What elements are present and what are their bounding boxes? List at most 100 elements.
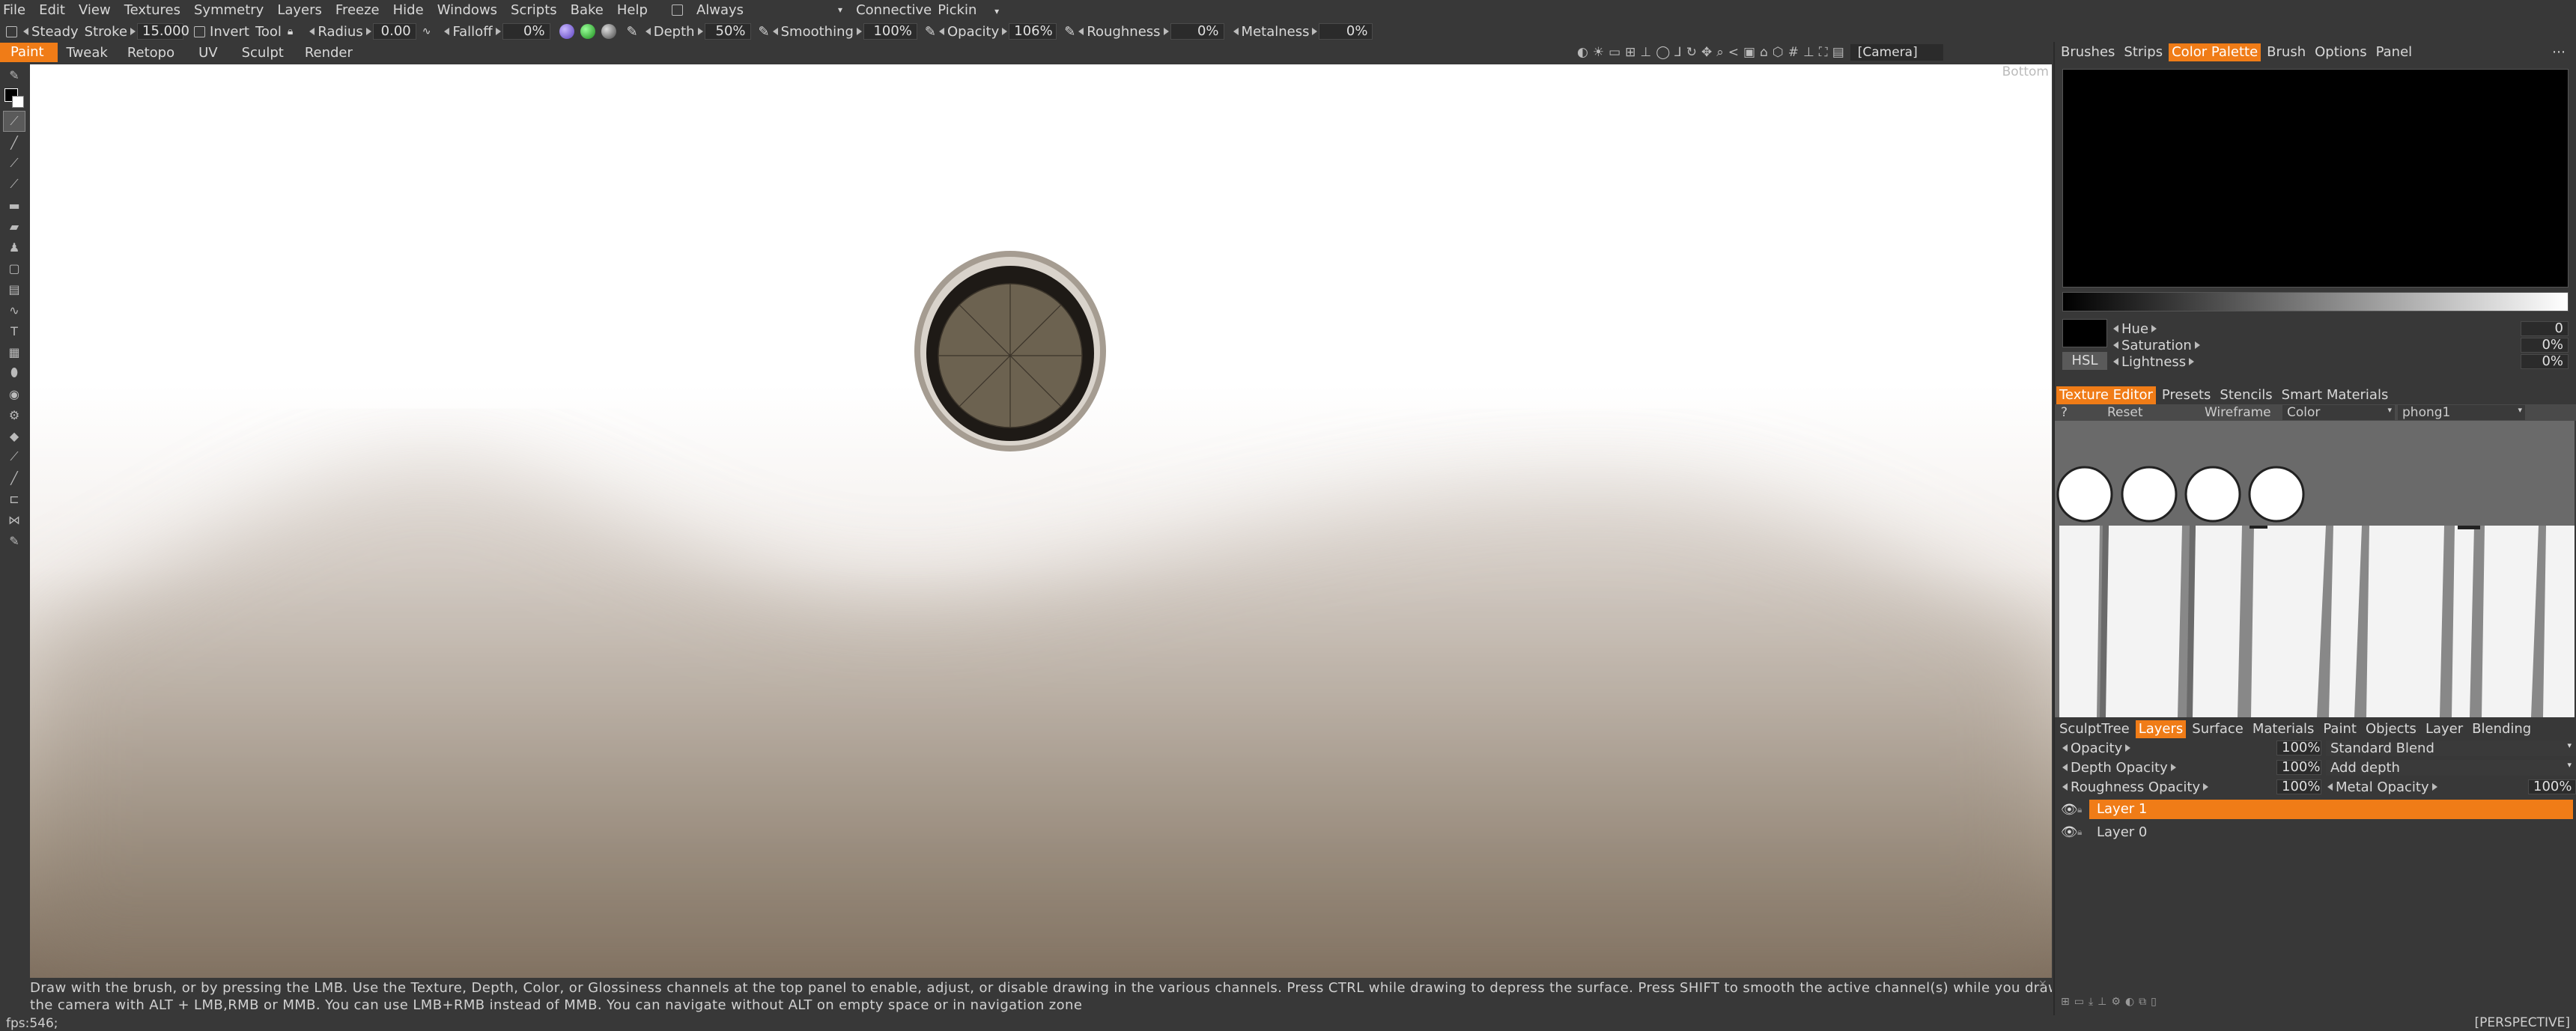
metal-opacity-increase-icon[interactable]: [2431, 783, 2437, 791]
menu-windows[interactable]: Windows: [437, 2, 497, 18]
close-hint-icon[interactable]: ×: [2038, 978, 2047, 990]
lightness-strip[interactable]: [2062, 292, 2569, 311]
layer-row-0[interactable]: 👁︎ 🔒︎ Layer 0: [2055, 822, 2576, 842]
tab-brush[interactable]: Brush: [2264, 43, 2309, 61]
stroke-increase-icon[interactable]: [130, 28, 136, 35]
merge-icon[interactable]: ⊥: [2097, 996, 2106, 1008]
smoothing-value[interactable]: 100%: [863, 23, 917, 40]
metal-opacity-value[interactable]: 100%: [2528, 779, 2576, 794]
tab-panel[interactable]: Panel: [2373, 43, 2416, 61]
folder-icon[interactable]: ▭: [2074, 996, 2084, 1008]
tab-materials[interactable]: Materials: [2250, 720, 2318, 738]
axes-icon[interactable]: ⊥: [1803, 45, 1814, 60]
depth-value[interactable]: 50%: [704, 23, 751, 40]
depth-opacity-decrease-icon[interactable]: [2062, 764, 2068, 771]
menu-view[interactable]: View: [79, 2, 111, 18]
pickin-dropdown[interactable]: Pickin ▾: [938, 2, 1012, 18]
tab-stencils[interactable]: Stencils: [2217, 386, 2275, 404]
tab-paint[interactable]: Paint: [2320, 720, 2360, 738]
tab-options[interactable]: Options: [2312, 43, 2369, 61]
metalness-decrease-icon[interactable]: [1233, 28, 1239, 35]
airbrush-tool-icon[interactable]: ▰: [3, 216, 25, 237]
menu-scripts[interactable]: Scripts: [511, 2, 557, 18]
perspective-icon[interactable]: <: [1728, 45, 1739, 60]
smear-tool-icon[interactable]: ▬: [3, 195, 25, 216]
color-picker-field[interactable]: [2062, 69, 2569, 288]
room-sculpt[interactable]: Sculpt: [242, 45, 284, 61]
hue-value[interactable]: 0: [2521, 321, 2569, 336]
knife-tool-icon[interactable]: ╱: [3, 467, 25, 488]
lock-icon[interactable]: 🔒︎: [288, 25, 293, 37]
picker-tool-icon[interactable]: ⟋: [3, 446, 25, 467]
metalness-value[interactable]: 0%: [1319, 23, 1373, 40]
opacity-increase-icon[interactable]: [2125, 744, 2131, 752]
tab-objects[interactable]: Objects: [2363, 720, 2419, 738]
depth-increase-icon[interactable]: [697, 28, 703, 35]
material-sphere-icon[interactable]: [559, 24, 574, 39]
menu-textures[interactable]: Textures: [124, 2, 180, 18]
home-icon[interactable]: ⌂: [1760, 45, 1768, 60]
model-object[interactable]: [905, 246, 1115, 456]
room-uv[interactable]: UV: [198, 45, 218, 61]
tab-sculpttree[interactable]: SculptTree: [2056, 720, 2133, 738]
opacity-decrease-icon[interactable]: [2062, 744, 2068, 752]
grid-select-icon[interactable]: ⊞: [1625, 45, 1635, 60]
depth-decrease-icon[interactable]: [645, 28, 651, 35]
radius-link-icon[interactable]: ∿: [422, 25, 431, 37]
roughness-opacity-value[interactable]: 100%: [2276, 779, 2321, 794]
hsl-button[interactable]: HSL: [2062, 352, 2107, 370]
help-button[interactable]: ?: [2055, 405, 2077, 420]
menu-hide[interactable]: Hide: [393, 2, 424, 18]
depth-opacity-increase-icon[interactable]: [2170, 764, 2176, 771]
falloff-decrease-icon[interactable]: [444, 28, 450, 35]
radius-increase-icon[interactable]: [365, 28, 371, 35]
always-checkbox[interactable]: [671, 4, 683, 16]
zoom-icon[interactable]: ⌕: [1716, 45, 1724, 60]
room-retopo[interactable]: Retopo: [127, 45, 174, 61]
visibility-icon[interactable]: ◐: [2125, 996, 2134, 1008]
stroke-decrease-icon[interactable]: [23, 28, 28, 35]
import-icon[interactable]: ⤓: [2089, 996, 2093, 1008]
tab-smart-materials[interactable]: Smart Materials: [2279, 386, 2392, 404]
tab-brushes[interactable]: Brushes: [2058, 43, 2118, 61]
lock-icon[interactable]: 🔒︎: [2077, 827, 2089, 838]
uv-texture-view[interactable]: [2055, 421, 2575, 717]
reset-button[interactable]: Reset: [2077, 405, 2190, 420]
clone-tool-icon[interactable]: ⊏: [3, 488, 25, 509]
pen-tool-icon[interactable]: ✎: [3, 64, 25, 85]
text-tool-icon[interactable]: T: [3, 320, 25, 341]
roughness-increase-icon[interactable]: [1163, 28, 1169, 35]
steady-stroke-checkbox[interactable]: [6, 25, 17, 37]
opacity-value[interactable]: 106%: [1009, 23, 1057, 40]
brush-tool-icon[interactable]: ⟋: [3, 111, 25, 132]
light-icon[interactable]: ☀: [1593, 45, 1604, 60]
lightness-value[interactable]: 0%: [2521, 354, 2569, 369]
stroke-value[interactable]: 15.000: [137, 23, 189, 40]
green-sphere-icon[interactable]: [580, 24, 595, 39]
image-icon[interactable]: ▤: [1832, 45, 1844, 60]
radius-value[interactable]: 0.00: [372, 23, 416, 40]
smoothing-increase-icon[interactable]: [856, 28, 862, 35]
eraser-tool-icon[interactable]: ◆: [3, 425, 25, 446]
drop-icon[interactable]: ◯: [1656, 45, 1670, 60]
wireframe-toggle[interactable]: Wireframe: [2190, 405, 2282, 420]
frame-tool-icon[interactable]: ▦: [3, 341, 25, 362]
tab-layer[interactable]: Layer: [2422, 720, 2466, 738]
duplicate-icon[interactable]: ⧉: [2139, 996, 2146, 1008]
tab-texture-editor[interactable]: Texture Editor: [2056, 386, 2156, 404]
rotate-icon[interactable]: ↻: [1686, 45, 1697, 60]
metalness-increase-icon[interactable]: [1312, 28, 1318, 35]
stroke-tool-icon[interactable]: ⟋: [3, 153, 25, 174]
smoothing-decrease-icon[interactable]: [772, 28, 778, 35]
menu-edit[interactable]: Edit: [39, 2, 65, 18]
hue-decrease-icon[interactable]: [2113, 325, 2118, 332]
tab-presets[interactable]: Presets: [2159, 386, 2214, 404]
gear-tool-icon[interactable]: ⚙: [3, 404, 25, 425]
opacity-decrease-icon[interactable]: [939, 28, 945, 35]
opacity-increase-icon[interactable]: [1002, 28, 1008, 35]
delete-icon[interactable]: ▯: [2151, 996, 2157, 1008]
material-dropdown[interactable]: phong1 ▾: [2398, 405, 2525, 420]
gray-sphere-icon[interactable]: [601, 24, 616, 39]
roughness-opacity-decrease-icon[interactable]: [2062, 783, 2068, 791]
depth-mode-dropdown[interactable]: Add depth ▾: [2326, 759, 2576, 776]
